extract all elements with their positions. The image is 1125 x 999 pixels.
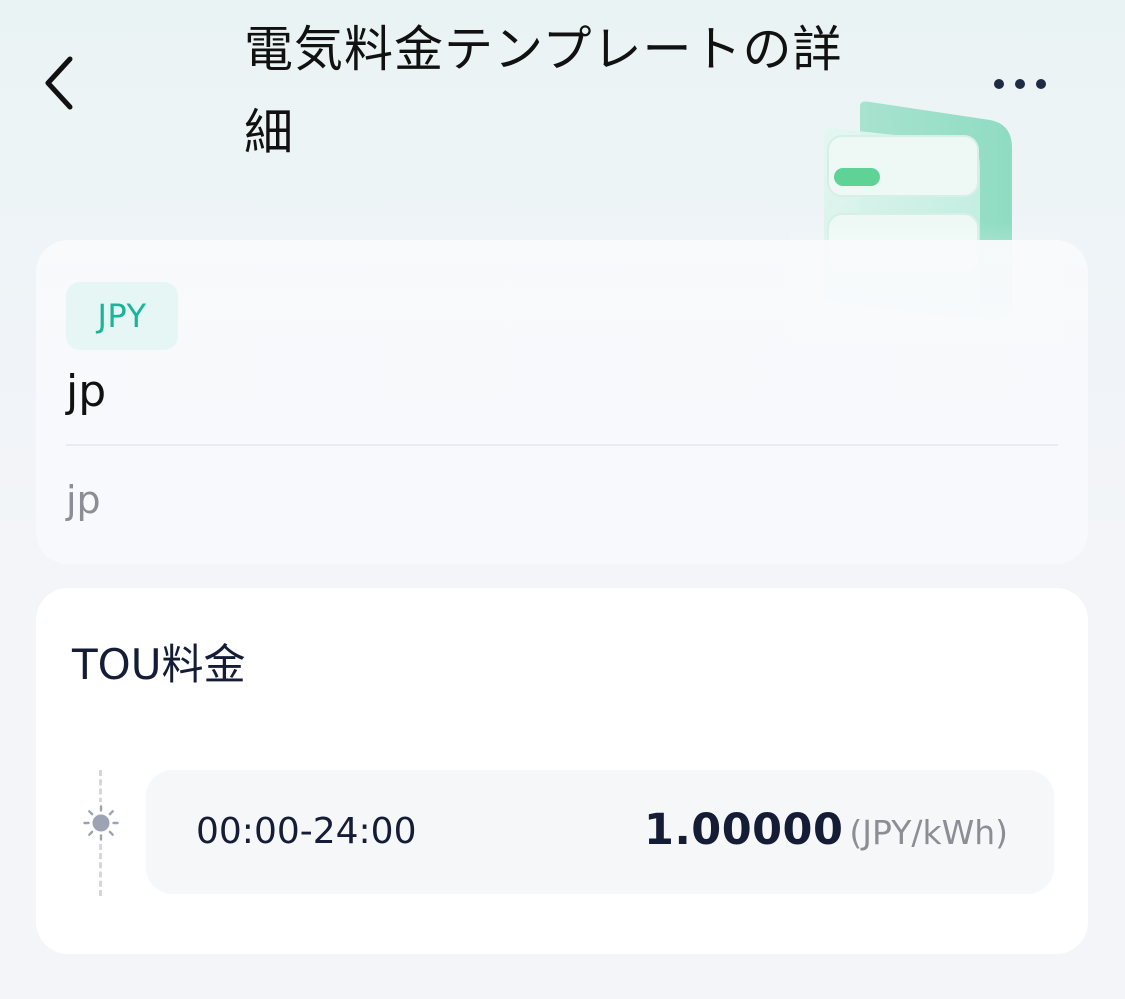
template-info-card: JPY jp jp: [36, 240, 1088, 564]
tou-title: TOU料金: [72, 640, 246, 689]
sun-icon: [80, 802, 122, 844]
period-price: 1.00000 (JPY/kWh): [644, 800, 1008, 869]
tou-period-row: 00:00-24:00 1.00000 (JPY/kWh): [146, 770, 1054, 894]
chevron-left-icon: [45, 56, 73, 110]
card-top-fade: [36, 240, 1088, 330]
more-options-button[interactable]: [980, 62, 1060, 106]
template-name: jp: [66, 366, 107, 417]
back-button[interactable]: [40, 48, 110, 118]
template-description: jp: [66, 478, 101, 522]
price-unit: (JPY/kWh): [849, 813, 1008, 852]
period-time-range: 00:00-24:00: [196, 811, 417, 852]
currency-badge: JPY: [66, 282, 178, 350]
more-horizontal-icon: [994, 79, 1046, 89]
divider: [66, 444, 1058, 446]
tou-rates-card: TOU料金 00:00-24:00 1.00000 (JPY/kWh): [36, 588, 1088, 954]
page-title: 電気料金テンプレートの詳細: [244, 21, 843, 161]
price-value: 1.00000: [644, 805, 844, 855]
